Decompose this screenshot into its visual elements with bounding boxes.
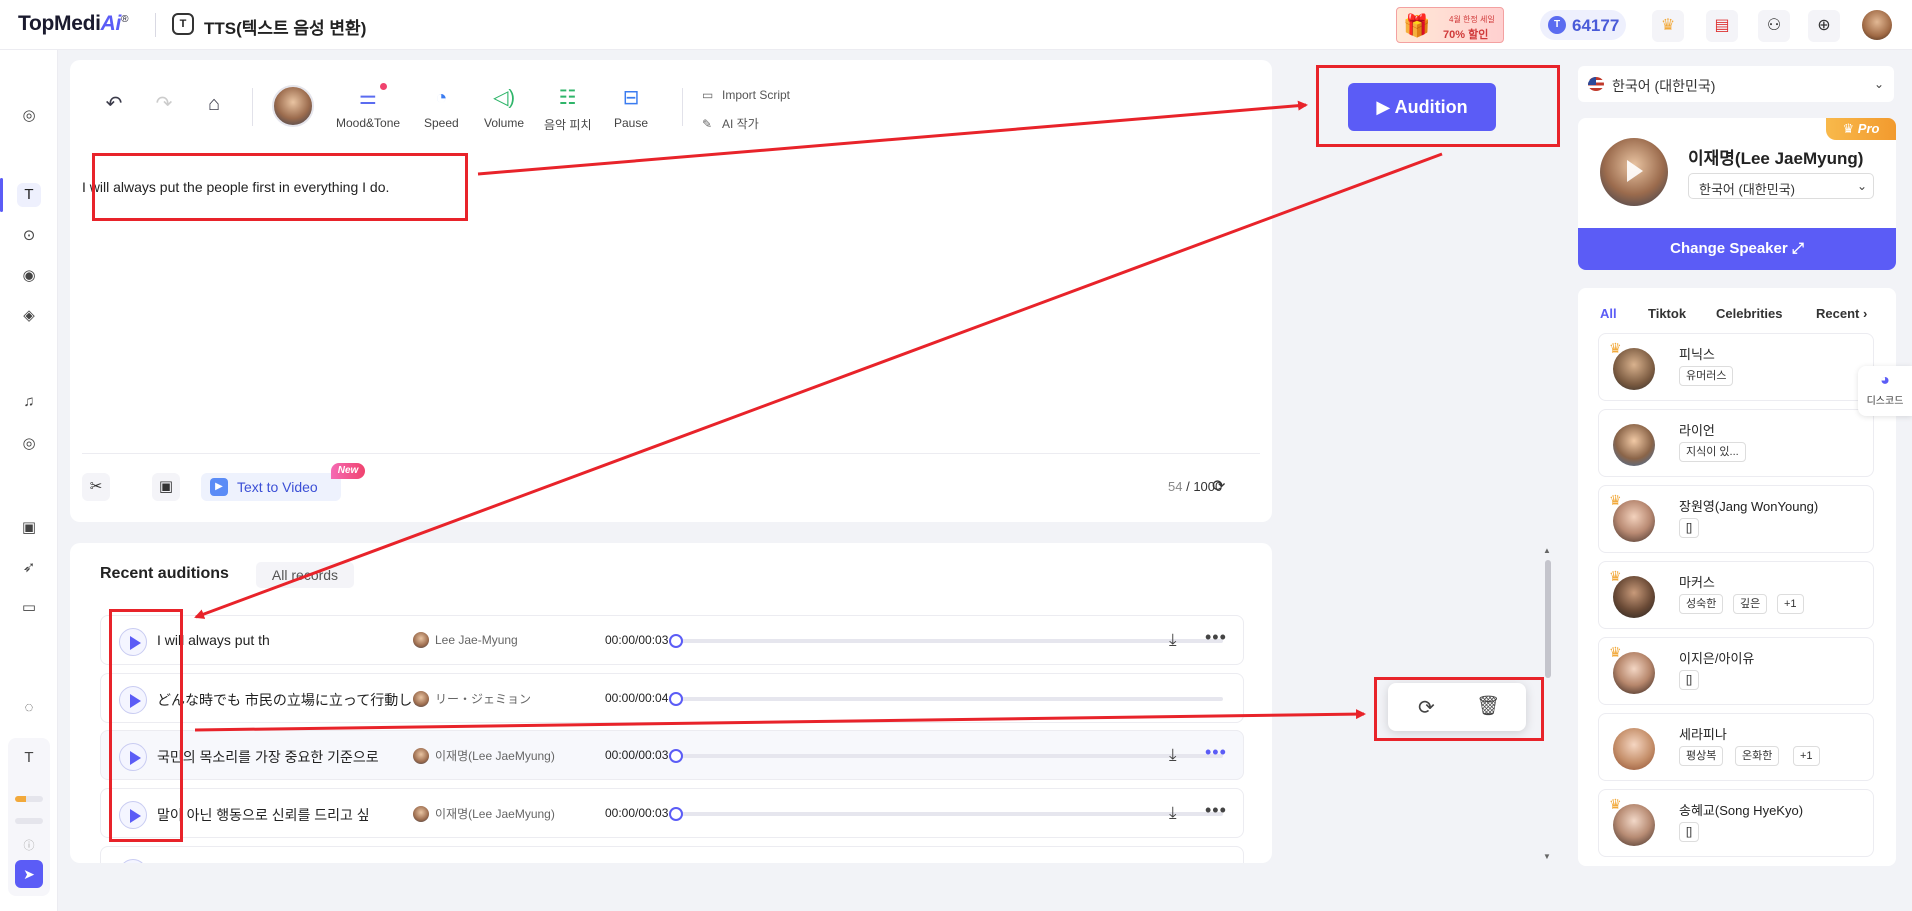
arrow-play-to-actions (194, 709, 1366, 732)
arrow-audition-to-play (194, 152, 1443, 619)
annotation-arrows (194, 100, 1443, 732)
arrow-script-to-audition (477, 100, 1308, 176)
